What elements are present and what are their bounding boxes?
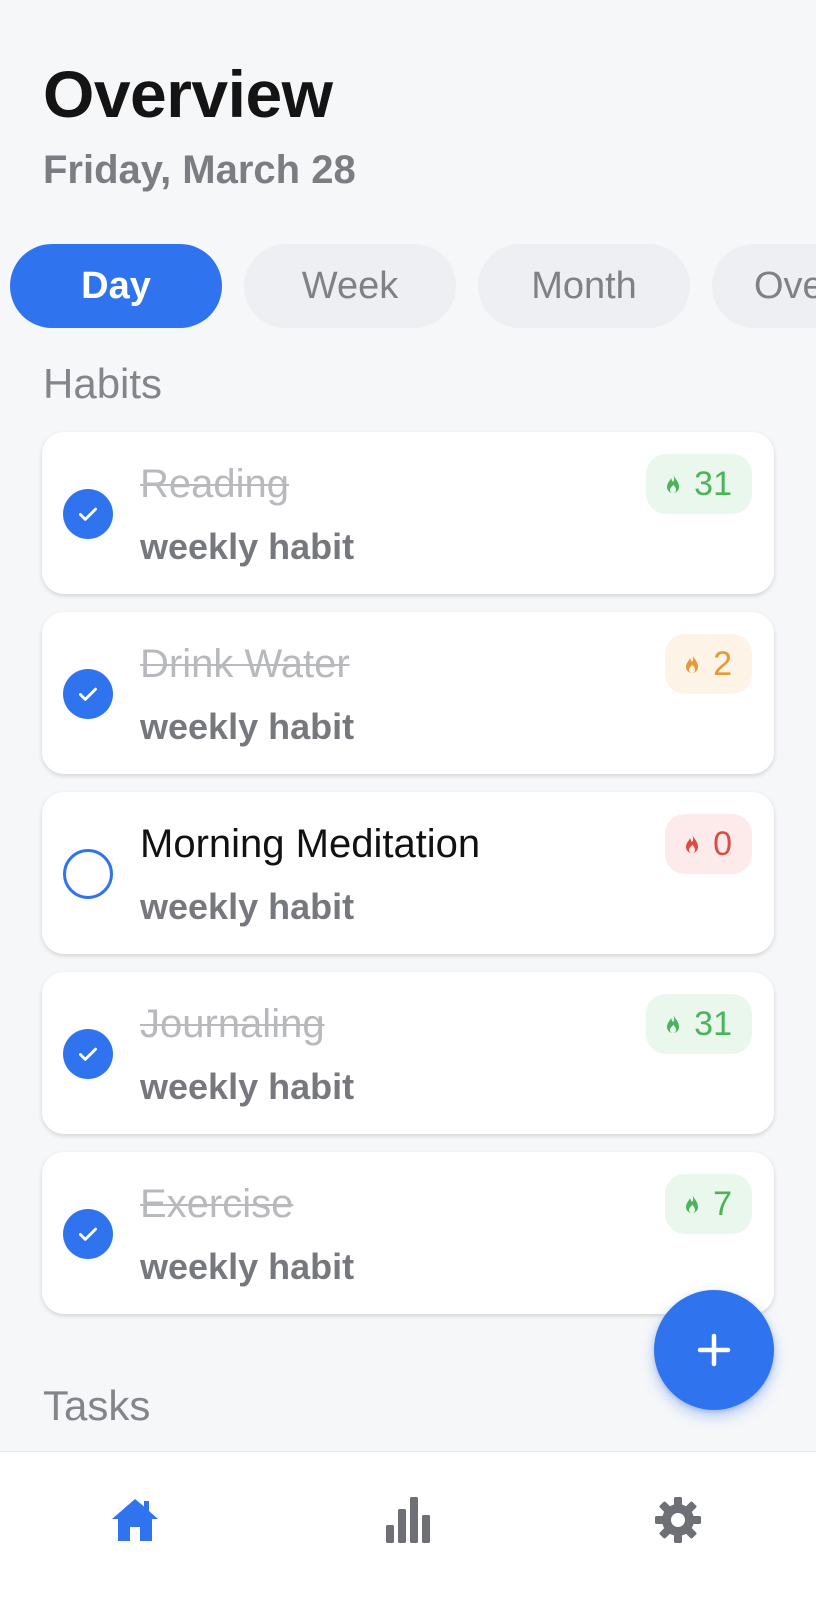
habit-frequency: weekly habit (140, 706, 355, 747)
home-icon (112, 1499, 158, 1541)
current-date: Friday, March 28 (43, 148, 356, 192)
flame-icon (686, 834, 699, 854)
checkmark-icon (79, 687, 97, 701)
add-button[interactable] (654, 1290, 774, 1410)
habit-card-drink-water[interactable]: Drink Water weekly habit 2 (42, 612, 774, 774)
habit-frequency: weekly habit (140, 1066, 355, 1107)
streak-badge: 31 (646, 454, 752, 514)
nav-settings[interactable] (648, 1490, 708, 1550)
tab-week[interactable]: Week (244, 244, 456, 328)
habit-checkbox-checked[interactable] (63, 489, 113, 539)
habit-name: Reading (140, 462, 290, 506)
habit-name: Journaling (140, 1002, 325, 1046)
tab-overall[interactable]: Ove (712, 244, 816, 328)
tab-day[interactable]: Day (10, 244, 222, 328)
flame-icon (667, 474, 680, 494)
habit-list: Reading weekly habit 31 Drink Water week… (42, 432, 774, 1332)
habits-section-label: Habits (43, 360, 163, 407)
habit-card-exercise[interactable]: Exercise weekly habit 7 (42, 1152, 774, 1314)
streak-count: 31 (694, 1004, 732, 1043)
bottom-navigation (0, 1451, 816, 1600)
nav-statistics[interactable] (378, 1490, 438, 1550)
plus-icon (697, 1333, 731, 1367)
flame-icon (686, 654, 699, 674)
habit-card-journaling[interactable]: Journaling weekly habit 31 (42, 972, 774, 1134)
habit-checkbox-checked[interactable] (63, 669, 113, 719)
bar-chart-icon (386, 1497, 430, 1543)
checkmark-icon (79, 1047, 97, 1061)
tasks-section-label: Tasks (43, 1382, 151, 1429)
habit-frequency: weekly habit (140, 526, 355, 567)
habit-frequency: weekly habit (140, 886, 355, 927)
nav-home[interactable] (105, 1490, 165, 1550)
gear-icon (655, 1497, 701, 1543)
habit-name: Exercise (140, 1182, 294, 1226)
streak-badge: 2 (665, 634, 752, 694)
habit-checkbox-checked[interactable] (63, 1029, 113, 1079)
page-title: Overview (43, 57, 333, 131)
streak-badge: 31 (646, 994, 752, 1054)
checkmark-icon (79, 507, 97, 521)
habit-name: Morning Meditation (140, 822, 481, 866)
period-tabs: Day Week Month Ove (10, 244, 816, 328)
flame-icon (686, 1194, 699, 1214)
streak-count: 0 (713, 824, 732, 863)
streak-count: 7 (713, 1184, 732, 1223)
overview-screen: Overview Friday, March 28 Day Week Month… (0, 0, 816, 1600)
habit-card-reading[interactable]: Reading weekly habit 31 (42, 432, 774, 594)
streak-badge: 0 (665, 814, 752, 874)
streak-count: 2 (713, 644, 732, 683)
streak-count: 31 (694, 464, 732, 503)
habit-frequency: weekly habit (140, 1246, 355, 1287)
flame-icon (667, 1014, 680, 1034)
habit-checkbox-unchecked[interactable] (63, 849, 113, 899)
habit-name: Drink Water (140, 642, 350, 686)
tab-month[interactable]: Month (478, 244, 690, 328)
habit-card-morning-meditation[interactable]: Morning Meditation weekly habit 0 (42, 792, 774, 954)
checkmark-icon (79, 1227, 97, 1241)
habit-checkbox-checked[interactable] (63, 1209, 113, 1259)
streak-badge: 7 (665, 1174, 752, 1234)
